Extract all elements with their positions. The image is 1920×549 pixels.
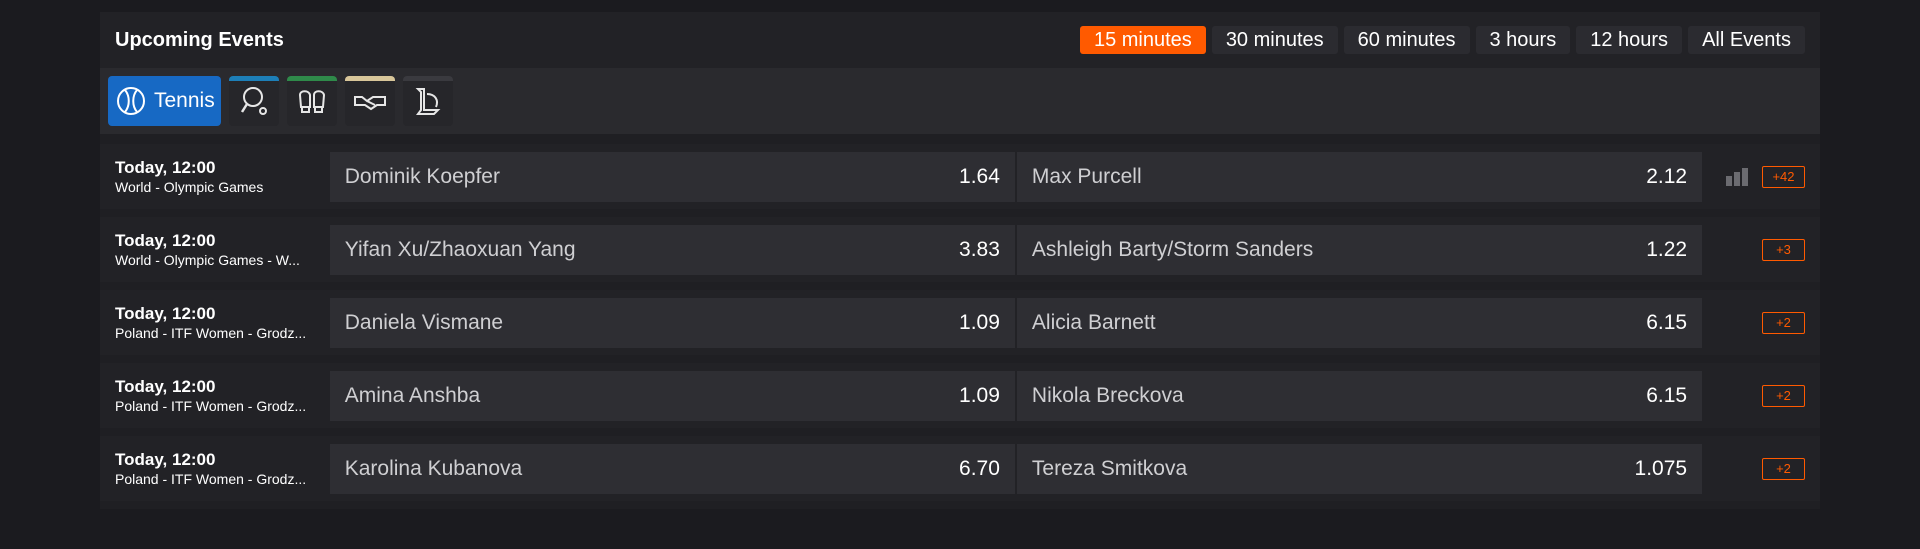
- event-time-block: Today, 12:00 Poland - ITF Women - Grodz.…: [115, 450, 330, 488]
- filter-12-hours[interactable]: 12 hours: [1576, 26, 1683, 54]
- event-extras: +2: [1702, 457, 1805, 480]
- tennis-ball-icon: [116, 86, 146, 116]
- home-player-name: Dominik Koepfer: [344, 164, 500, 188]
- away-player-name: Nikola Breckova: [1031, 383, 1184, 407]
- home-odds-button[interactable]: Yifan Xu/Zhaoxuan Yang 3.83: [329, 224, 1015, 275]
- home-price: 1.09: [959, 310, 1000, 334]
- event-time: Today, 12:00: [115, 157, 216, 177]
- home-price: 1.64: [959, 164, 1000, 188]
- event-league[interactable]: World - Olympic Games: [115, 178, 320, 196]
- panel-title: Upcoming Events: [115, 28, 284, 51]
- sport-tab-tennis[interactable]: Tennis: [108, 76, 221, 126]
- event-league[interactable]: Poland - ITF Women - Grodz...: [115, 324, 320, 342]
- more-markets-button[interactable]: +3: [1761, 238, 1805, 261]
- event-extras: +42: [1702, 165, 1805, 188]
- event-time-block: Today, 12:00 World - Olympic Games: [115, 158, 330, 196]
- filter-30-minutes[interactable]: 30 minutes: [1211, 26, 1338, 54]
- panel-header: Upcoming Events 15 minutes 30 minutes 60…: [100, 12, 1820, 68]
- away-player-name: Max Purcell: [1031, 164, 1142, 188]
- more-markets-button[interactable]: +42: [1761, 165, 1805, 188]
- event-league[interactable]: World - Olympic Games - W...: [115, 251, 320, 269]
- away-price: 1.075: [1634, 456, 1688, 480]
- event-row: Today, 12:00 Poland - ITF Women - Grodz.…: [100, 436, 1820, 501]
- event-league[interactable]: Poland - ITF Women - Grodz...: [115, 397, 320, 415]
- sport-tab-boxing[interactable]: [286, 76, 337, 126]
- home-price: 6.70: [959, 456, 1000, 480]
- boxing-gloves-icon: [296, 85, 328, 117]
- home-player-name: Daniela Vismane: [344, 310, 504, 334]
- event-time: Today, 12:00: [115, 376, 216, 396]
- event-extras: +3: [1702, 238, 1805, 261]
- away-price: 6.15: [1646, 383, 1688, 407]
- event-extras: +2: [1702, 384, 1805, 407]
- away-player-name: Ashleigh Barty/Storm Sanders: [1031, 237, 1314, 261]
- sport-tab-table-tennis[interactable]: [228, 76, 279, 126]
- away-player-name: Alicia Barnett: [1031, 310, 1156, 334]
- table-tennis-icon: [238, 85, 270, 117]
- home-odds-button[interactable]: Karolina Kubanova 6.70: [329, 443, 1015, 494]
- filter-3-hours[interactable]: 3 hours: [1475, 26, 1571, 54]
- filter-15-minutes[interactable]: 15 minutes: [1079, 26, 1206, 54]
- away-player-name: Tereza Smitkova: [1031, 456, 1188, 480]
- home-odds-button[interactable]: Amina Anshba 1.09: [329, 370, 1015, 421]
- home-odds-button[interactable]: Daniela Vismane 1.09: [329, 297, 1015, 348]
- event-list: Today, 12:00 World - Olympic Games Domin…: [100, 134, 1820, 501]
- event-time-block: Today, 12:00 Poland - ITF Women - Grodz.…: [115, 377, 330, 415]
- away-price: 1.22: [1646, 237, 1688, 261]
- event-league[interactable]: Poland - ITF Women - Grodz...: [115, 470, 320, 488]
- home-odds-button[interactable]: Dominik Koepfer 1.64: [329, 151, 1015, 202]
- sport-tab-handshake[interactable]: [344, 76, 395, 126]
- away-odds-button[interactable]: Nikola Breckova 6.15: [1016, 370, 1703, 421]
- more-markets-button[interactable]: +2: [1761, 311, 1805, 334]
- away-odds-button[interactable]: Max Purcell 2.12: [1016, 151, 1703, 202]
- time-filter-group: 15 minutes 30 minutes 60 minutes 3 hours…: [1079, 26, 1805, 54]
- event-row: Today, 12:00 World - Olympic Games - W..…: [100, 217, 1820, 282]
- event-extras: +2: [1702, 311, 1805, 334]
- sport-tab-league-of-legends[interactable]: [402, 76, 453, 126]
- away-price: 6.15: [1646, 310, 1688, 334]
- home-player-name: Karolina Kubanova: [344, 456, 523, 480]
- away-odds-button[interactable]: Alicia Barnett 6.15: [1016, 297, 1703, 348]
- away-odds-button[interactable]: Ashleigh Barty/Storm Sanders 1.22: [1016, 224, 1703, 275]
- league-of-legends-icon: [412, 85, 444, 117]
- filter-60-minutes[interactable]: 60 minutes: [1343, 26, 1470, 54]
- more-markets-button[interactable]: +2: [1761, 457, 1805, 480]
- home-player-name: Yifan Xu/Zhaoxuan Yang: [344, 237, 576, 261]
- event-time-block: Today, 12:00 World - Olympic Games - W..…: [115, 231, 330, 269]
- sport-tabs: Tennis: [100, 68, 1820, 134]
- more-markets-button[interactable]: +2: [1761, 384, 1805, 407]
- upcoming-events-panel: Upcoming Events 15 minutes 30 minutes 60…: [100, 12, 1820, 509]
- away-price: 2.12: [1646, 164, 1688, 188]
- handshake-icon: [353, 86, 387, 116]
- home-player-name: Amina Anshba: [344, 383, 481, 407]
- event-row: Today, 12:00 World - Olympic Games Domin…: [100, 144, 1820, 209]
- home-price: 3.83: [959, 237, 1000, 261]
- event-row: Today, 12:00 Poland - ITF Women - Grodz.…: [100, 290, 1820, 355]
- event-time: Today, 12:00: [115, 449, 216, 469]
- event-time: Today, 12:00: [115, 303, 216, 323]
- event-time: Today, 12:00: [115, 230, 216, 250]
- event-time-block: Today, 12:00 Poland - ITF Women - Grodz.…: [115, 304, 330, 342]
- statistics-icon[interactable]: [1725, 167, 1748, 186]
- away-odds-button[interactable]: Tereza Smitkova 1.075: [1016, 443, 1703, 494]
- event-row: Today, 12:00 Poland - ITF Women - Grodz.…: [100, 363, 1820, 428]
- sport-tab-label: Tennis: [154, 89, 215, 112]
- filter-all-events[interactable]: All Events: [1688, 26, 1805, 54]
- home-price: 1.09: [959, 383, 1000, 407]
